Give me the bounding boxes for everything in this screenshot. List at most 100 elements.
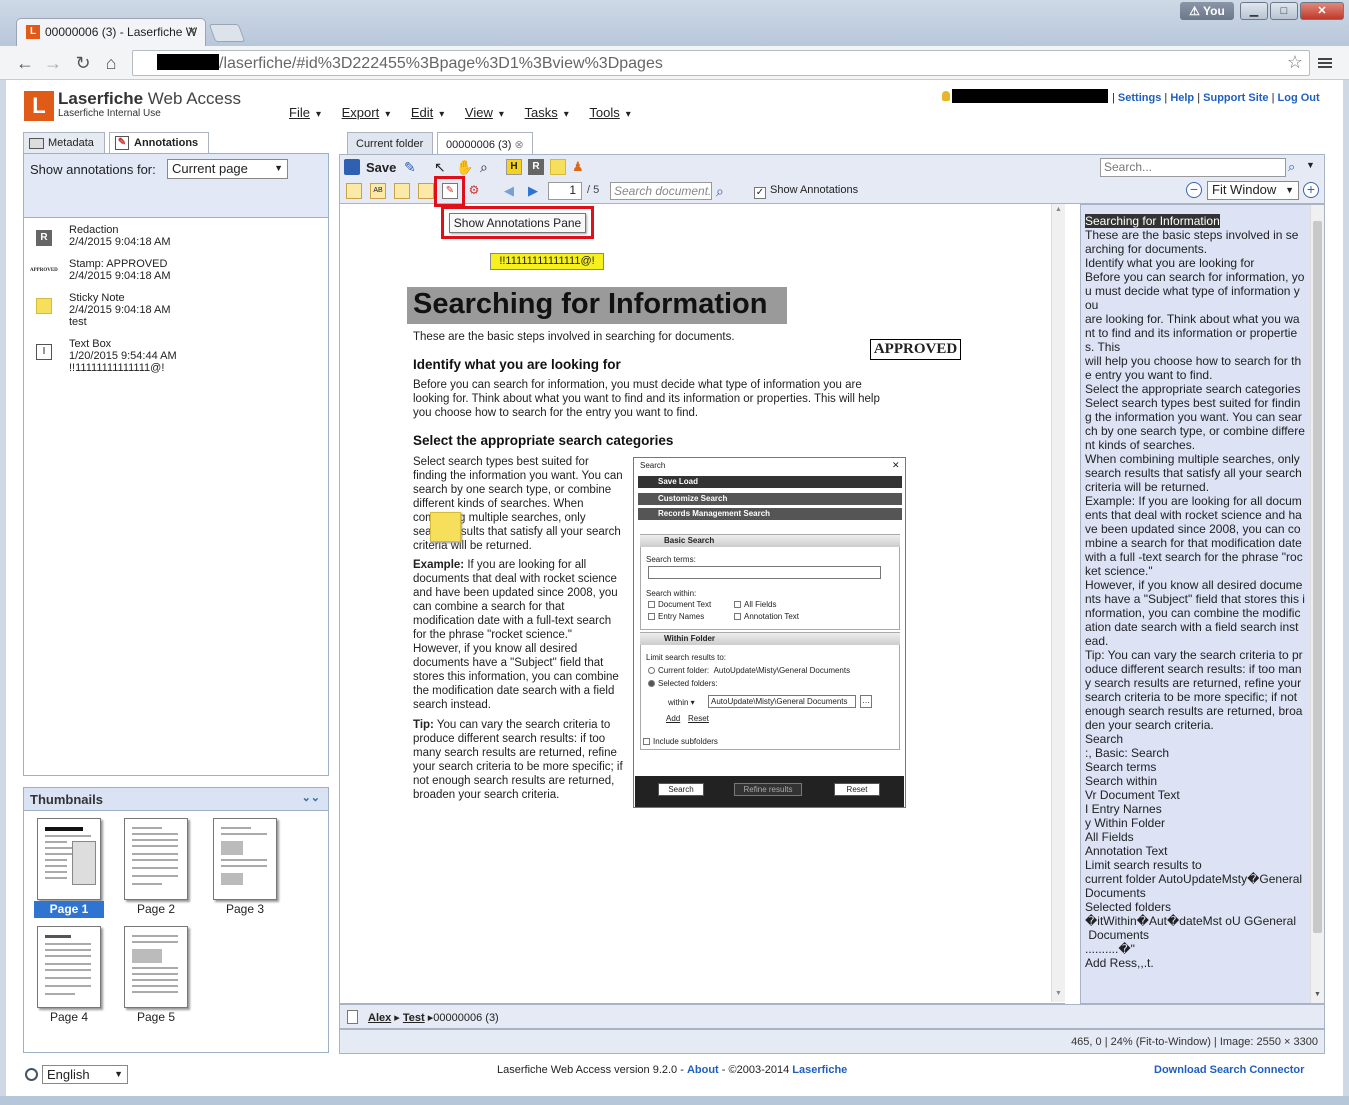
document-scrollbar[interactable]: ▲ ▼ — [1051, 204, 1065, 1002]
maximize-window-button[interactable]: □ — [1270, 2, 1298, 20]
thumbnail-page-5[interactable] — [124, 926, 188, 1008]
breadcrumb-test[interactable]: Test — [403, 1012, 425, 1024]
address-bar[interactable]: /laserfiche/#id%3D222455%3Bpage%3D1%3Bvi… — [132, 50, 1310, 76]
page-number-value: 1 — [569, 183, 576, 197]
close-window-button[interactable]: ✕ — [1300, 2, 1344, 20]
page-view-icon[interactable] — [346, 183, 362, 199]
thumbnail-label-page-3[interactable]: Page 3 — [210, 901, 280, 918]
sd-all-fields: All Fields — [734, 600, 776, 609]
bookmark-star-icon[interactable]: ☆ — [1287, 52, 1303, 73]
reload-icon[interactable]: ↻ — [72, 52, 94, 74]
annotation-item-sticky-note[interactable]: Sticky Note 2/4/2015 9:04:18 AM test — [24, 292, 324, 336]
tab-document[interactable]: 00000006 (3) ⊗ — [437, 132, 533, 154]
new-tab-button[interactable] — [208, 24, 246, 42]
text-view-icon[interactable]: AB — [370, 183, 386, 199]
app-title: Laserfiche Web Access — [58, 89, 241, 109]
thumbnail-label-page-4[interactable]: Page 4 — [34, 1009, 104, 1026]
back-icon[interactable]: ← — [14, 52, 36, 74]
next-page-icon[interactable]: ▶ — [528, 183, 544, 199]
language-select[interactable]: English — [42, 1065, 128, 1084]
about-link[interactable]: About — [687, 1064, 719, 1076]
sd-folder-box — [640, 632, 900, 750]
search-icon[interactable]: ⌕ — [1288, 159, 1304, 175]
menu-tools[interactable]: Tools — [589, 105, 630, 120]
search-document-input[interactable]: Search document... — [610, 182, 712, 200]
close-tab-icon[interactable]: ⊗ — [515, 139, 524, 151]
thumbnail-label-page-2[interactable]: Page 2 — [121, 901, 191, 918]
browser-titlebar: L 00000006 (3) - Laserfiche W ✕ ⚠ You ▁ … — [0, 0, 1349, 46]
support-site-link[interactable]: Support Site — [1203, 92, 1268, 104]
approved-stamp[interactable]: APPROVED — [870, 339, 961, 360]
thumbnails-header[interactable]: Thumbnails ⌄⌄ — [24, 788, 328, 811]
log-out-link[interactable]: Log Out — [1278, 92, 1320, 104]
zoom-fit-select[interactable]: Fit Window — [1207, 181, 1299, 200]
page-number-input[interactable]: 1 — [548, 182, 582, 200]
page-total: / 5 — [587, 184, 600, 196]
annotation-properties-icon[interactable]: ⚙ — [466, 183, 482, 199]
annotation-item-redaction[interactable]: R Redaction 2/4/2015 9:04:18 AM — [24, 224, 324, 256]
minimize-window-button[interactable]: ▁ — [1240, 2, 1268, 20]
menu-tasks[interactable]: Tasks — [525, 105, 569, 120]
thumbnail-page-3[interactable] — [213, 818, 277, 900]
search-dropdown-icon[interactable]: ▼ — [1306, 160, 1322, 176]
tab-metadata[interactable]: Metadata — [23, 132, 105, 154]
thumbnail-label-page-5[interactable]: Page 5 — [121, 1009, 191, 1026]
save-button[interactable]: Save — [366, 160, 396, 175]
menu-file[interactable]: File — [289, 105, 321, 120]
annotations-panel: Show annotations for: Current page R Red… — [23, 153, 329, 776]
menu-view[interactable]: View — [465, 105, 504, 120]
browser-menu-icon[interactable] — [1318, 56, 1332, 70]
annotations-scope-select[interactable]: Current page — [167, 159, 288, 179]
forward-icon[interactable]: → — [42, 52, 64, 74]
settings-link[interactable]: Settings — [1118, 92, 1161, 104]
show-annotations-checkbox[interactable]: ✓ — [754, 187, 766, 199]
url-text: /laserfiche/#id%3D222455%3Bpage%3D1%3Bvi… — [219, 55, 663, 72]
pen-icon[interactable]: ✎ — [404, 159, 420, 175]
previous-page-icon[interactable]: ◀ — [504, 183, 520, 199]
thumbnail-label-page-1[interactable]: Page 1 — [34, 901, 104, 918]
annotation-item-stamp[interactable]: APPROVED Stamp: APPROVED 2/4/2015 9:04:1… — [24, 258, 324, 290]
find-in-document-icon[interactable]: ⌕ — [716, 183, 732, 199]
thumbnail-page-4[interactable] — [37, 926, 101, 1008]
language-value: English — [47, 1067, 90, 1082]
browser-frame-right — [1343, 80, 1349, 1100]
close-tab-icon[interactable]: ✕ — [187, 24, 197, 38]
image-view-icon[interactable] — [394, 183, 410, 199]
breadcrumb-alex[interactable]: Alex — [368, 1012, 391, 1024]
show-annotations-toggle[interactable]: ✓ Show Annotations — [754, 184, 858, 199]
tab-annotations[interactable]: ✎ Annotations — [109, 132, 209, 154]
profile-button[interactable]: ⚠ You — [1180, 2, 1234, 20]
collapse-chevron-icon[interactable]: ⌄⌄ — [302, 791, 320, 804]
menu-export[interactable]: Export — [342, 105, 391, 120]
tab-current-folder[interactable]: Current folder — [347, 132, 433, 154]
help-link[interactable]: Help — [1170, 92, 1194, 104]
stamp-tool-icon[interactable]: ♟ — [572, 159, 588, 175]
text-pane-scrollbar[interactable]: ▼ — [1310, 205, 1324, 1003]
annotation-item-text-box[interactable]: I Text Box 1/20/2015 9:54:44 AM !!111111… — [24, 338, 324, 382]
sticky-note-icon[interactable] — [550, 159, 566, 175]
laserfiche-link[interactable]: Laserfiche — [792, 1064, 847, 1076]
sd-basic: Basic Search — [640, 535, 900, 547]
text-box-annotation[interactable]: !!11111111111111@! — [490, 253, 604, 270]
zoom-icon[interactable]: ⌕ — [480, 159, 496, 175]
home-icon[interactable]: ⌂ — [100, 52, 122, 74]
browser-tab[interactable]: L 00000006 (3) - Laserfiche W ✕ — [16, 18, 206, 46]
browser-toolbar: ← → ↻ ⌂ /laserfiche/#id%3D222455%3Bpage%… — [0, 46, 1349, 80]
thumbnail-page-2[interactable] — [124, 818, 188, 900]
thumbnail-view-icon[interactable] — [418, 183, 434, 199]
annotation-title: Sticky Note — [69, 292, 125, 304]
save-icon[interactable] — [344, 159, 360, 175]
metadata-icon — [29, 138, 44, 149]
download-search-connector-link[interactable]: Download Search Connector — [1154, 1064, 1304, 1076]
select-pointer-icon[interactable]: ↖ — [434, 159, 450, 175]
thumbnail-page-1[interactable] — [37, 818, 101, 900]
menu-edit[interactable]: Edit — [411, 105, 444, 120]
highlight-icon[interactable]: H — [506, 159, 522, 175]
pan-hand-icon[interactable]: ✋ — [456, 159, 473, 175]
zoom-in-icon[interactable]: + — [1303, 182, 1319, 198]
zoom-out-icon[interactable]: − — [1186, 182, 1202, 198]
search-input[interactable]: Search... — [1100, 158, 1286, 177]
text-pane[interactable]: Searching for Information These are the … — [1080, 204, 1325, 1004]
redact-icon[interactable]: R — [528, 159, 544, 175]
sticky-note-annotation[interactable] — [430, 512, 461, 542]
